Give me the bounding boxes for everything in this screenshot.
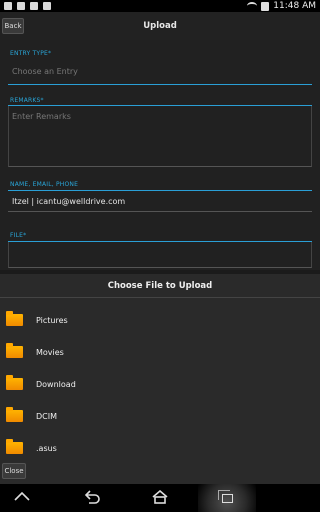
list-item[interactable]: DCIM [0, 400, 320, 432]
remarks-placeholder: Enter Remarks [12, 112, 71, 121]
folder-label: DCIM [36, 411, 58, 421]
image-icon [4, 2, 12, 10]
contact-field[interactable]: Itzel | icantu@welldrive.com [12, 197, 125, 206]
app-header: Back Upload [0, 12, 320, 40]
notification-icons [4, 2, 51, 10]
status-bar: 11:48 AM [0, 0, 320, 12]
contact-top-line [8, 190, 312, 191]
entry-type-label: ENTRY TYPE* [10, 50, 52, 57]
close-button[interactable]: Close [2, 463, 26, 479]
folder-icon [6, 311, 23, 326]
entry-type-select[interactable]: Choose an Entry [12, 67, 78, 76]
recent-apps-icon [217, 489, 233, 503]
remarks-label: REMARKS* [10, 97, 44, 104]
system-nav-bar [0, 484, 320, 512]
lock-icon [30, 2, 38, 10]
recent-apps-button[interactable] [198, 484, 256, 512]
list-item[interactable]: .asus [0, 432, 320, 464]
file-field[interactable] [8, 242, 312, 268]
folder-label: .asus [36, 443, 57, 453]
file-label: FILE* [10, 232, 27, 239]
folder-label: Download [36, 379, 76, 389]
list-item[interactable]: Download [0, 368, 320, 400]
up-chevron-icon[interactable] [12, 490, 32, 506]
folder-icon [6, 407, 23, 422]
file-chooser-dialog: Choose File to Upload Pictures Movies Do… [0, 274, 320, 484]
contact-underline [8, 211, 312, 212]
briefcase-icon [43, 2, 51, 10]
folder-label: Movies [36, 347, 64, 357]
folder-icon [6, 343, 23, 358]
back-arrow-icon[interactable] [82, 490, 102, 508]
wifi-icon [247, 2, 258, 10]
folder-icon [6, 439, 23, 454]
list-item[interactable]: Movies [0, 336, 320, 368]
folder-label: Pictures [36, 315, 68, 325]
battery-icon [261, 1, 270, 11]
upload-form: ENTRY TYPE* Choose an Entry REMARKS* Ent… [0, 40, 320, 270]
dialog-title: Choose File to Upload [0, 274, 320, 298]
bag-icon [17, 2, 25, 10]
clock: 11:48 AM [273, 1, 316, 11]
home-icon[interactable] [150, 489, 170, 508]
system-status: 11:48 AM [247, 0, 316, 12]
contact-label: NAME, EMAIL, PHONE [10, 181, 79, 188]
page-title: Upload [143, 21, 177, 31]
entry-type-underline [8, 84, 312, 85]
list-item[interactable]: Pictures [0, 304, 320, 336]
folder-icon [6, 375, 23, 390]
